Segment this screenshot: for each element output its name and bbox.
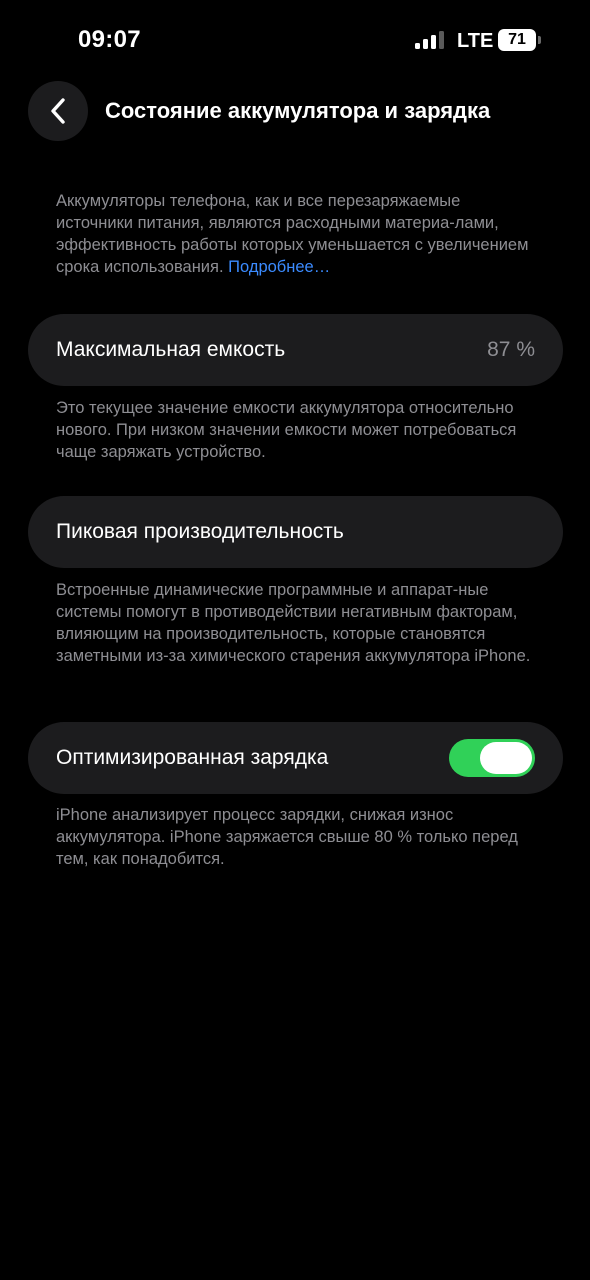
cellular-signal-icon	[415, 31, 447, 49]
peak-performance-row: Пиковая производительность	[28, 496, 563, 568]
max-capacity-label: Максимальная емкость	[56, 338, 286, 361]
optimized-charging-toggle[interactable]	[449, 739, 535, 777]
network-type: LTE	[457, 30, 494, 52]
page-title: Состояние аккумулятора и зарядка	[105, 98, 491, 123]
max-capacity-description: Это текущее значение емкости аккумулятор…	[56, 399, 517, 461]
peak-performance-description: Встроенные динамические программные и ап…	[56, 581, 531, 665]
learn-more-link[interactable]: Подробнее…	[228, 258, 330, 276]
battery-health-screen: 09:07 LTE 71 Состояние аккумулятора и за…	[0, 0, 590, 1280]
max-capacity-value: 87 %	[487, 338, 535, 361]
back-button[interactable]	[28, 81, 88, 141]
chevron-left-icon	[51, 98, 65, 124]
max-capacity-row: Максимальная емкость 87 %	[28, 314, 563, 386]
optimized-charging-row: Оптимизированная зарядка	[28, 722, 563, 794]
optimized-charging-label: Оптимизированная зарядка	[56, 746, 329, 769]
status-time: 09:07	[78, 26, 141, 53]
optimized-charging-description: iPhone анализирует процесс зарядки, сниж…	[56, 806, 518, 868]
peak-performance-label: Пиковая производительность	[56, 520, 344, 543]
battery-tip	[538, 36, 541, 44]
toggle-knob	[480, 742, 532, 774]
intro-text: Аккумуляторы телефона, как и все перезар…	[56, 190, 536, 278]
battery-level: 71	[508, 31, 526, 48]
status-bar: 09:07 LTE 71	[0, 0, 590, 80]
battery-icon: 71	[498, 29, 536, 51]
